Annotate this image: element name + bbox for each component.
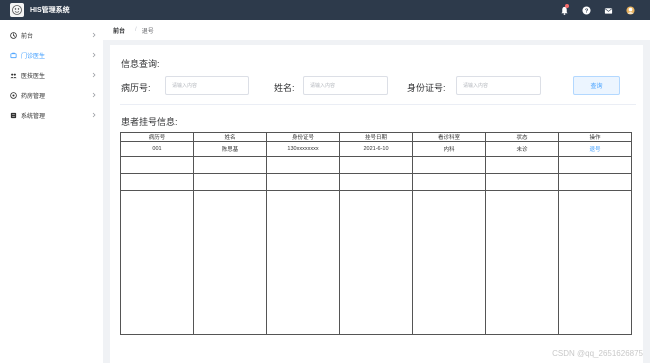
pharmacy-icon (9, 91, 17, 99)
cancel-registration-link[interactable]: 退号 (589, 147, 600, 153)
bell-icon[interactable] (558, 4, 570, 16)
table-row-empty (120, 190, 632, 335)
register-section-title: 患者挂号信息: (121, 117, 178, 127)
cell-name: 陈思基 (193, 141, 267, 157)
breadcrumb-separator: / (135, 27, 137, 33)
cell-id-card: 130xxxxxxxx (266, 141, 340, 157)
id-card-input[interactable] (456, 76, 541, 95)
column-header: 状态 (485, 132, 559, 142)
sidebar-item-front-desk[interactable]: 前台 (0, 25, 103, 45)
chevron-right-icon (92, 72, 96, 78)
breadcrumb-current: 退号 (141, 28, 154, 35)
chevron-right-icon (92, 112, 96, 118)
cell-action: 退号 (558, 141, 632, 157)
name-input[interactable] (303, 76, 388, 95)
column-header: 身份证号 (266, 132, 340, 142)
notification-badge (565, 4, 569, 8)
cell-register-date: 2021-6-10 (339, 141, 413, 157)
chevron-right-icon (92, 92, 96, 98)
system-icon (9, 111, 17, 119)
help-icon[interactable]: ? (580, 4, 592, 16)
sidebar-item-label: 系统管理 (21, 113, 46, 120)
sidebar-item-label: 前台 (21, 33, 34, 40)
divider (120, 104, 636, 105)
sidebar-item-tech-doctor[interactable]: 医技医生 (0, 65, 103, 85)
doctor-icon (9, 51, 17, 59)
column-header: 姓名 (193, 132, 267, 142)
sidebar: 前台 门诊医生 医技医生 药房管理 系统管理 (0, 20, 103, 363)
sidebar-item-system[interactable]: 系统管理 (0, 105, 103, 125)
app-logo (10, 3, 24, 17)
name-label: 姓名: (274, 83, 295, 93)
query-button[interactable]: 查询 (573, 76, 620, 95)
avatar-icon[interactable] (624, 4, 636, 16)
sidebar-item-label: 医技医生 (21, 73, 46, 80)
column-header: 操作 (558, 132, 632, 142)
front-desk-icon (9, 31, 17, 39)
query-section-title: 信息查询: (121, 59, 160, 69)
record-no-input[interactable] (165, 76, 249, 95)
id-card-label: 身份证号: (407, 83, 446, 93)
breadcrumb-home[interactable]: 前台 (113, 26, 125, 35)
register-table: 病历号 姓名 身份证号 挂号日期 看诊科室 状态 操作 001 陈思基 130x… (120, 132, 632, 335)
table-row-empty (120, 173, 632, 191)
sidebar-item-label: 门诊医生 (21, 53, 46, 60)
table-row: 001 陈思基 130xxxxxxxx 2021-6-10 内科 未诊 退号 (120, 141, 632, 157)
record-no-label: 病历号: (121, 83, 151, 93)
svg-text:?: ? (584, 8, 588, 14)
top-navbar: HIS管理系统 ? (0, 0, 650, 20)
app-title: HIS管理系统 (30, 7, 70, 14)
cell-status: 未诊 (485, 141, 559, 157)
content-card: 信息查询: 病历号: 姓名: 身份证号: 查询 患者挂号信息: 病历号 姓名 身… (110, 45, 643, 363)
main-area: 前台 / 退号 信息查询: 病历号: 姓名: 身份证号: 查询 患者挂号信息: … (103, 20, 650, 363)
column-header: 看诊科室 (412, 132, 486, 142)
watermark: CSDN @qq_2651626875 (552, 349, 643, 358)
chevron-right-icon (92, 52, 96, 58)
column-header: 挂号日期 (339, 132, 413, 142)
column-header: 病历号 (120, 132, 194, 142)
sidebar-item-outpatient-doctor[interactable]: 门诊医生 (0, 45, 103, 65)
chevron-right-icon (92, 32, 96, 38)
breadcrumb: 前台 / 退号 (103, 20, 650, 40)
sidebar-item-label: 药房管理 (21, 93, 46, 100)
mail-icon[interactable] (602, 4, 614, 16)
sidebar-item-pharmacy[interactable]: 药房管理 (0, 85, 103, 105)
cell-department: 内科 (412, 141, 486, 157)
cell-record-no: 001 (120, 141, 194, 157)
tech-doctor-icon (9, 71, 17, 79)
table-row-empty (120, 156, 632, 174)
